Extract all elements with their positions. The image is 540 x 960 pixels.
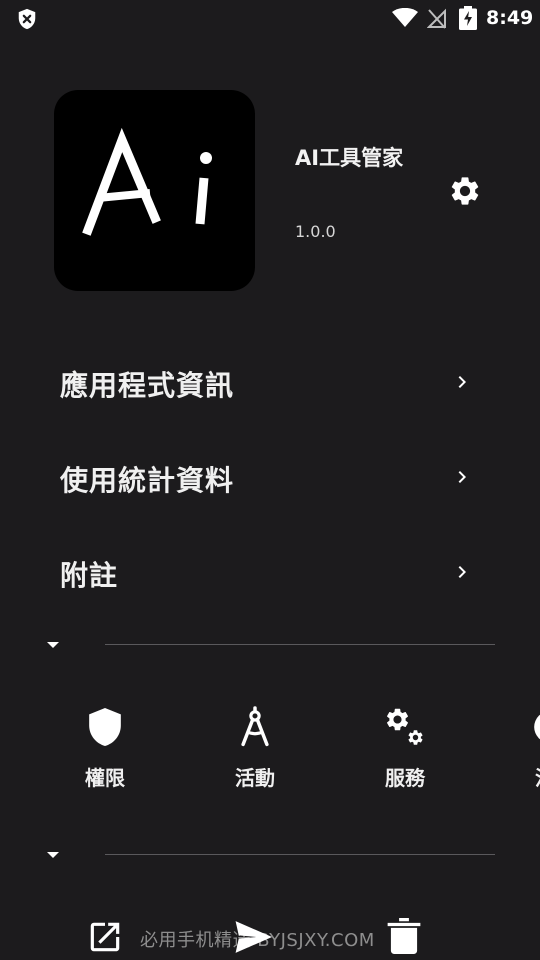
chevron-right-icon — [458, 471, 466, 483]
menu-item-label: 附註 — [60, 559, 119, 592]
component-label: 活動 — [235, 766, 275, 790]
collapse-arrow-icon[interactable] — [46, 850, 60, 860]
battery-charging-icon — [459, 6, 477, 30]
shield-icon — [89, 708, 121, 746]
delete-icon[interactable] — [386, 916, 422, 956]
shield-x-icon — [18, 8, 36, 30]
clock-time: 8:49 — [486, 7, 534, 29]
menu-item-label: 應用程式資訊 — [60, 369, 235, 402]
component-label: 活 — [535, 762, 540, 791]
gear-icon[interactable] — [448, 174, 482, 208]
collapse-arrow-icon[interactable] — [46, 640, 60, 650]
component-services[interactable]: 服務 — [345, 706, 465, 806]
ai-logo-icon — [82, 127, 212, 236]
wifi-icon — [392, 8, 418, 27]
compass-icon — [241, 706, 269, 747]
status-bar: 8:49 — [0, 0, 540, 36]
menu-item-app-info[interactable]: 應用程式資訊 — [60, 352, 480, 412]
component-receivers[interactable]: 活 — [495, 706, 540, 806]
app-name: AI工具管家 — [295, 146, 404, 170]
no-signal-icon — [427, 8, 446, 29]
component-permissions[interactable]: 權限 — [45, 706, 165, 806]
component-label: 權限 — [85, 766, 125, 790]
menu-item-usage-stats[interactable]: 使用統計資料 — [60, 447, 480, 507]
app-version: 1.0.0 — [295, 222, 336, 241]
open-external-icon[interactable] — [86, 918, 124, 956]
gears-icon — [386, 708, 423, 745]
send-icon[interactable] — [232, 918, 274, 956]
section-divider — [105, 854, 495, 855]
circle-icon — [534, 714, 540, 740]
component-label: 服務 — [385, 766, 425, 790]
section-divider — [105, 644, 495, 645]
menu-item-notes[interactable]: 附註 — [60, 542, 480, 602]
menu-item-label: 使用統計資料 — [60, 464, 235, 497]
app-icon — [54, 90, 255, 291]
component-activities[interactable]: 活動 — [195, 706, 315, 806]
chevron-right-icon — [458, 566, 466, 578]
chevron-right-icon — [458, 376, 466, 388]
